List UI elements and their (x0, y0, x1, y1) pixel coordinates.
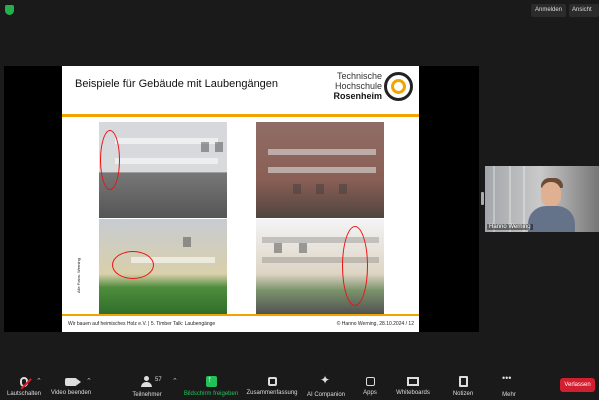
window (215, 142, 223, 152)
logo-line-3: Rosenheim (333, 91, 382, 101)
slide-footer-left: Wir bauen auf heimisches Holz e.V. | 5. … (68, 321, 216, 327)
mute-label: Lautschalten (6, 390, 42, 397)
notes-icon (458, 376, 468, 387)
building-photo-4 (256, 219, 384, 314)
participant-face (541, 182, 561, 206)
summary-button[interactable]: Zusammenfassung (246, 371, 298, 400)
ai-companion-label: AI Companion (306, 391, 346, 398)
microphone-muted-icon (20, 376, 28, 387)
apps-icon (365, 377, 375, 386)
window (293, 184, 301, 194)
ai-sparkle-icon (320, 373, 332, 388)
footer-divider (62, 314, 419, 316)
highlight-oval (112, 251, 154, 279)
notes-button[interactable]: Notizen (450, 371, 476, 400)
building-photo-1 (99, 122, 227, 218)
meeting-toolbar: Lautschalten ⌃ Video beenden ⌃ Teilnehme… (0, 371, 599, 400)
more-label: Mehr (502, 391, 516, 398)
window (339, 184, 347, 194)
top-bar: Anmelden Ansicht (0, 0, 599, 20)
title-divider (62, 114, 419, 117)
highlight-oval (342, 226, 368, 306)
window (299, 243, 307, 253)
building-photo-2 (256, 122, 384, 218)
participant-video[interactable]: Hanno Werning (485, 166, 599, 232)
window (183, 237, 191, 247)
mute-options-icon[interactable]: ⌃ (36, 377, 42, 385)
share-screen-label: Bildschirm freigeben (183, 391, 239, 397)
whiteboards-button[interactable]: Whiteboards (394, 371, 432, 400)
photo-credit: Alle Fotos: Werning (76, 258, 81, 293)
highlight-oval (100, 130, 120, 190)
video-label: Video beenden (50, 389, 92, 396)
participant-name: Hanno Werning (487, 224, 533, 230)
participants-icon (141, 375, 153, 388)
participant-count: 57 (155, 377, 162, 383)
university-logo-text: Technische Hochschule Rosenheim (322, 71, 382, 101)
summary-label: Zusammenfassung (246, 390, 298, 396)
balcony-band (115, 158, 218, 164)
window (274, 243, 282, 253)
shield-icon (5, 5, 14, 15)
participants-button[interactable]: Teilnehmer (128, 371, 166, 400)
apps-label: Apps (363, 390, 377, 396)
building-photo-3 (99, 219, 227, 314)
more-icon (502, 373, 515, 388)
shared-slide: Beispiele für Gebäude mit Laubengängen T… (62, 66, 419, 332)
login-button[interactable]: Anmelden (531, 4, 567, 17)
participant-body (528, 206, 575, 232)
more-button[interactable]: Mehr (498, 371, 520, 400)
mute-button[interactable]: Lautschalten (6, 371, 42, 400)
slide-footer-right: © Hanno Werning, 28.10.2024 / 12 (336, 321, 414, 327)
slide-title: Beispiele für Gebäude mit Laubengängen (75, 78, 279, 90)
window (316, 184, 324, 194)
balcony-band (268, 149, 376, 155)
whiteboard-icon (407, 377, 419, 386)
panel-resize-handle[interactable] (481, 192, 484, 205)
view-button[interactable]: Ansicht (569, 4, 599, 17)
share-screen-button[interactable]: Bildschirm freigeben (184, 371, 238, 400)
summary-icon (267, 377, 277, 386)
participants-options-icon[interactable]: ⌃ (172, 377, 178, 385)
leave-meeting-button[interactable]: Verlassen (560, 378, 595, 392)
participants-label: Teilnehmer (132, 391, 162, 398)
apps-button[interactable]: Apps (358, 371, 382, 400)
balcony-band (268, 167, 376, 173)
window (201, 142, 209, 152)
video-camera-icon (65, 377, 81, 386)
whiteboards-label: Whiteboards (396, 390, 430, 396)
video-button[interactable]: Video beenden (50, 371, 92, 400)
logo-line-2: Hochschule (334, 81, 382, 91)
ai-companion-button[interactable]: AI Companion (304, 371, 348, 400)
video-options-icon[interactable]: ⌃ (86, 377, 92, 385)
university-logo-icon (384, 72, 413, 101)
notes-label: Notizen (452, 391, 474, 397)
share-screen-icon (205, 374, 217, 387)
logo-line-1: Technische (336, 71, 382, 81)
